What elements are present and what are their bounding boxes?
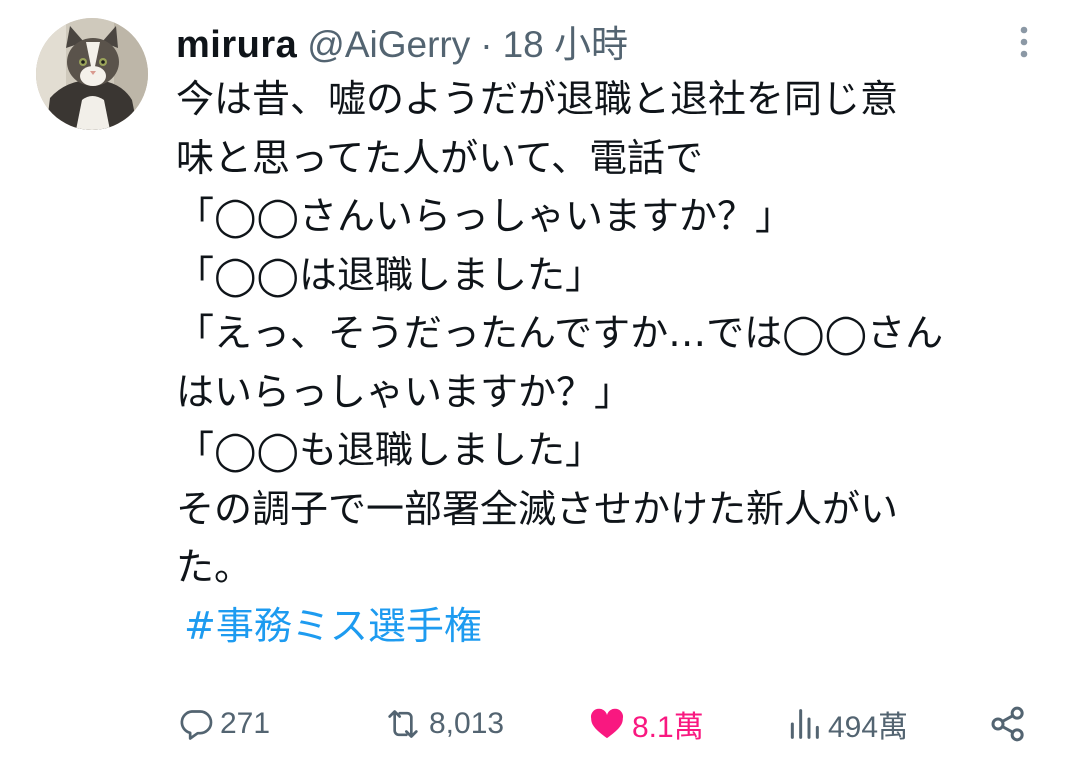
- tweet-line: 味と思ってた人がいて、電話で: [176, 135, 704, 180]
- share-icon: [991, 706, 1024, 742]
- tweet-line: 「◯◯も退職しました」: [176, 428, 604, 472]
- tweet-line: 「◯◯は退職しました」: [176, 252, 604, 297]
- more-options-button[interactable]: [1010, 22, 1038, 62]
- retweet-icon: [388, 710, 418, 738]
- action-bar: 271 8,013 8.1萬 494萬: [176, 700, 1046, 748]
- cat-avatar-image: [36, 18, 148, 130]
- tweet-line: 「えっ、そうだったんですか…では◯◯さん: [176, 311, 944, 355]
- timestamp[interactable]: 18 小時: [503, 14, 628, 68]
- tweet-line: その調子で一部署全滅させかけた新人がい: [176, 486, 899, 531]
- hashtag-line: #事務ミス選手権: [176, 597, 1056, 656]
- tweet-header: mirura @AiGerry · 18 小時: [176, 14, 628, 67]
- views-button[interactable]: 494萬: [784, 700, 908, 748]
- tweet-text: 今は昔、嘘のようだが退職と退社を同じ意 味と思ってた人がいて、電話で 「◯◯さん…: [176, 70, 1056, 655]
- like-button[interactable]: 8.1萬: [586, 700, 704, 748]
- tweet-line: 「◯◯さんいらっしゃいますか？」: [176, 194, 794, 238]
- tweet-line: はいらっしゃいますか？」: [176, 369, 633, 414]
- share-button[interactable]: [988, 700, 1028, 748]
- tweet-line: た。: [176, 545, 253, 589]
- reply-count: 271: [220, 707, 271, 740]
- avatar[interactable]: [36, 18, 148, 130]
- separator-dot: ·: [480, 24, 493, 65]
- display-name[interactable]: mirura: [176, 24, 297, 67]
- retweet-button[interactable]: 8,013: [381, 700, 504, 748]
- heart-filled-icon: [590, 708, 624, 739]
- tweet-line: 今は昔、嘘のようだが退職と退社を同じ意: [176, 77, 899, 121]
- view-count: 494萬: [828, 711, 909, 744]
- more-vertical-icon: [1020, 26, 1028, 58]
- hashtag-link[interactable]: #事務ミス選手権: [184, 604, 482, 648]
- reply-button[interactable]: 271: [176, 700, 270, 748]
- reply-icon: [180, 710, 213, 740]
- user-handle[interactable]: @AiGerry: [307, 24, 470, 66]
- views-chart-icon: [790, 709, 819, 739]
- like-count: 8.1萬: [632, 711, 704, 744]
- retweet-count: 8,013: [429, 707, 505, 740]
